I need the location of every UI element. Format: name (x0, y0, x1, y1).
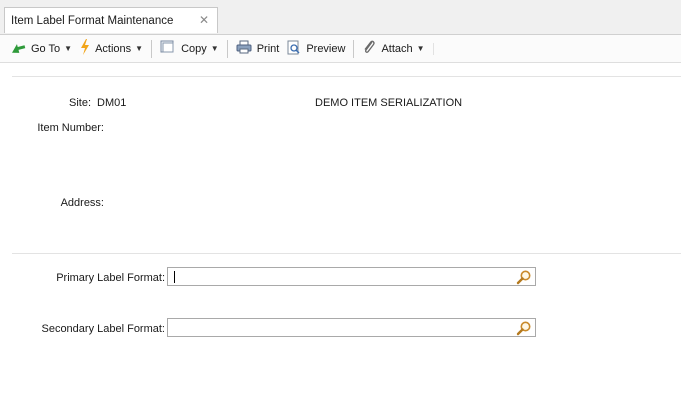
chevron-down-icon: ▼ (416, 44, 425, 53)
close-icon[interactable]: ✕ (199, 13, 209, 27)
text-cursor (174, 271, 175, 283)
printer-icon (236, 40, 252, 57)
copy-label: Copy (181, 42, 207, 55)
header-bottom-divider (12, 253, 681, 254)
address-label: Address: (60, 197, 104, 209)
chevron-down-icon: ▼ (210, 44, 219, 53)
chevron-down-icon: ▼ (64, 44, 73, 53)
actions-label: Actions (95, 42, 132, 55)
toolbar-separator (432, 42, 434, 55)
paperclip-icon (362, 39, 376, 58)
item-number-label: Item Number: (37, 122, 104, 134)
print-label: Print (256, 42, 280, 55)
goto-label: Go To (31, 42, 61, 55)
preview-icon (287, 40, 301, 58)
lookup-magnifier-icon[interactable] (516, 320, 532, 336)
actions-button[interactable]: Actions ▼ (76, 38, 147, 60)
toolbar: Go To ▼ Actions ▼ Copy ▼ Print Preview A… (0, 35, 681, 63)
goto-button[interactable]: Go To ▼ (0, 38, 76, 60)
site-label: Site: (68, 97, 91, 109)
toolbar-separator (353, 39, 355, 58)
lightning-icon (80, 39, 90, 58)
header-top-divider (12, 76, 681, 77)
preview-button[interactable]: Preview (283, 38, 349, 60)
tab-item-label-format-maintenance[interactable]: Item Label Format Maintenance ✕ (4, 7, 218, 33)
lookup-magnifier-icon[interactable] (516, 269, 532, 285)
green-arrow-icon (10, 41, 26, 56)
tab-strip: Item Label Format Maintenance ✕ (0, 0, 681, 35)
secondary-label-format-label: Secondary Label Format: (41, 323, 165, 335)
attach-label: Attach (381, 42, 413, 55)
site-value: DM01 (97, 97, 127, 109)
attach-button[interactable]: Attach ▼ (358, 38, 428, 60)
toolbar-separator (151, 39, 153, 58)
copy-icon (160, 40, 176, 57)
copy-button[interactable]: Copy ▼ (156, 38, 223, 60)
primary-label-format-input[interactable] (167, 267, 536, 286)
secondary-label-format-input[interactable] (167, 318, 536, 337)
chevron-down-icon: ▼ (135, 44, 144, 53)
preview-label: Preview (306, 42, 346, 55)
tab-title: Item Label Format Maintenance (11, 14, 174, 27)
toolbar-separator (226, 39, 228, 58)
print-button[interactable]: Print (232, 38, 284, 60)
primary-label-format-label: Primary Label Format: (56, 272, 165, 284)
site-description: DEMO ITEM SERIALIZATION (315, 97, 463, 109)
